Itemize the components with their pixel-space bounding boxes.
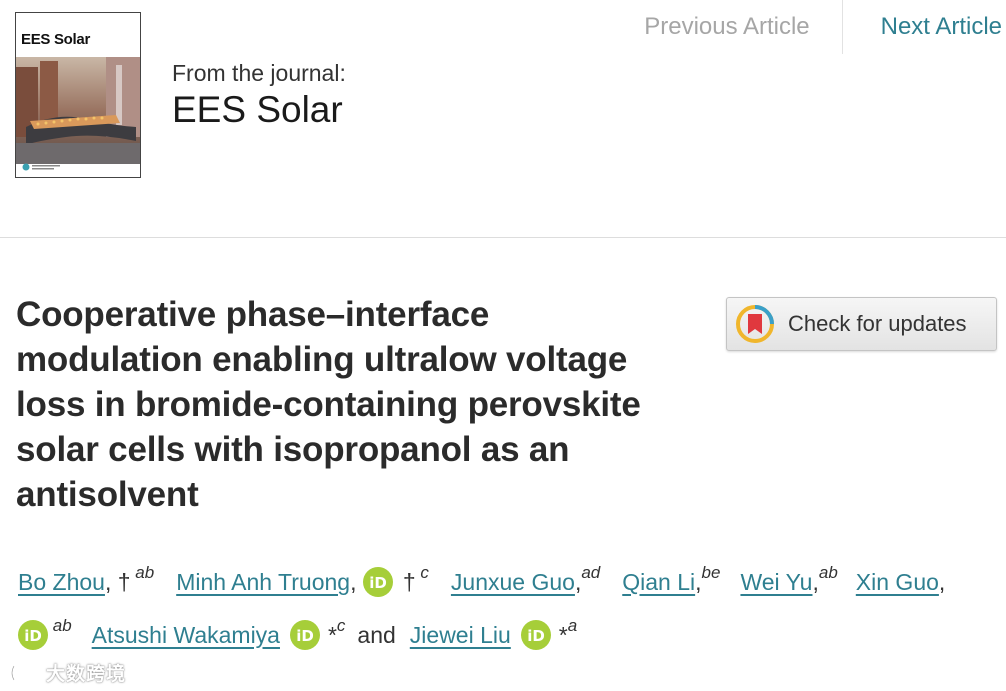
author-affiliation: a: [567, 616, 578, 635]
orcid-icon[interactable]: iD: [18, 620, 48, 650]
author-affiliation: ab: [52, 616, 72, 635]
author-affiliation: c: [336, 616, 346, 635]
journal-cover[interactable]: EES Solar: [15, 12, 141, 178]
publisher-logo: [22, 163, 60, 171]
article-navigation: Previous Article Next Article: [628, 0, 1006, 54]
author-affiliation: ad: [581, 563, 601, 582]
author-link[interactable]: Atsushi Wakamiya: [92, 622, 280, 649]
from-journal-label: From the journal:: [172, 60, 346, 86]
author-line-2: iD ab Atsushi Wakamiya iD * c and Jiewei …: [18, 615, 577, 655]
author-mark: *: [327, 621, 337, 648]
author-link[interactable]: Jiewei Liu: [410, 622, 511, 649]
watermark-text: 大数跨境: [46, 664, 127, 685]
author-mark: †: [402, 568, 416, 595]
author-link[interactable]: Minh Anh Truong: [176, 569, 350, 596]
next-article-link[interactable]: Next Article: [843, 0, 1006, 54]
svg-text:iD: iD: [24, 627, 42, 645]
orcid-icon[interactable]: iD: [520, 620, 551, 650]
watermark-logo-icon: [10, 664, 42, 681]
author-mark: *: [558, 621, 568, 648]
authors-conjunction: and: [357, 621, 396, 648]
orcid-icon[interactable]: iD: [362, 567, 393, 597]
author-link[interactable]: Qian Li: [622, 569, 695, 596]
check-for-updates-label: Check for updates: [788, 311, 967, 336]
author-link[interactable]: Wei Yu: [740, 569, 812, 596]
crossmark-icon: [736, 305, 774, 343]
author-affiliation: ab: [135, 563, 155, 582]
cover-title: EES Solar: [21, 31, 90, 48]
author-link[interactable]: Junxue Guo: [451, 569, 575, 596]
check-for-updates-button[interactable]: Check for updates: [726, 297, 997, 351]
header-divider: [0, 237, 1006, 238]
watermark: 大数跨境: [8, 659, 126, 686]
author-link[interactable]: Xin Guo: [856, 569, 939, 596]
author-mark: †: [117, 568, 131, 595]
author-affiliation: be: [701, 563, 721, 582]
previous-article-link[interactable]: Previous Article: [628, 0, 841, 54]
article-title: Cooperative phase–interface modulation e…: [16, 295, 641, 514]
svg-text:iD: iD: [527, 627, 545, 645]
svg-text:iD: iD: [369, 574, 387, 592]
author-affiliation: c: [420, 563, 429, 582]
author-affiliation: ab: [818, 563, 838, 582]
orcid-icon[interactable]: iD: [289, 620, 320, 650]
svg-text:iD: iD: [296, 627, 314, 645]
author-link[interactable]: Bo Zhou: [18, 569, 105, 596]
journal-name[interactable]: EES Solar: [172, 89, 343, 131]
cover-artwork: [16, 57, 140, 164]
author-line-1: Bo Zhou , † ab Minh Anh Truong , iD † c …: [18, 562, 945, 602]
